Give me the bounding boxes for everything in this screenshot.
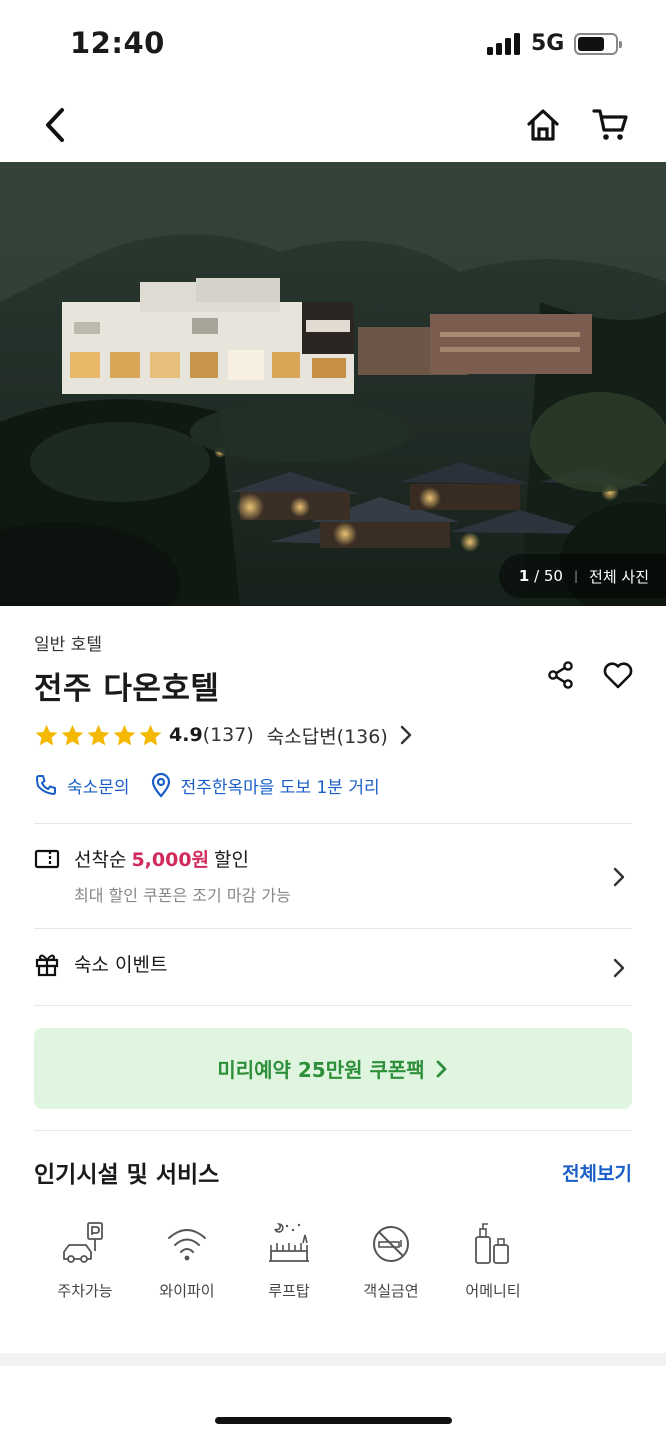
star-icon — [35, 724, 58, 745]
links-row: 숙소문의 전주한옥마을 도보 1분 거리 — [34, 770, 634, 800]
coupon-title: 선착순 5,000원 할인 — [34, 845, 632, 872]
status-time: 12:40 — [70, 26, 165, 60]
coupon-amount: 5,000원 — [131, 849, 210, 871]
cart-icon — [592, 109, 628, 140]
photo-slash: / — [529, 567, 544, 585]
coupon-suffix: 할인 — [214, 849, 250, 871]
heart-icon[interactable] — [602, 660, 634, 690]
promo-banner[interactable]: 미리예약 25만원 쿠폰팩 — [34, 1028, 632, 1109]
hotel-category: 일반 호텔 — [34, 635, 102, 655]
facility-label: 어메니티 — [465, 1282, 521, 1300]
coupon-prefix: 선착순 — [74, 849, 127, 871]
facility-label: 루프탑 — [268, 1282, 310, 1300]
reply-count: 숙소답변(136) — [266, 725, 388, 748]
no-smoking-icon — [373, 1226, 409, 1262]
location-pin-icon — [151, 772, 170, 798]
inquiry-link[interactable]: 숙소문의 — [34, 773, 130, 798]
review-count: (137) — [202, 724, 254, 746]
see-all-link[interactable]: 전체보기 — [562, 1159, 632, 1186]
hotel-night-scene-image — [0, 162, 666, 606]
photo-current: 1 — [518, 567, 530, 585]
location-link[interactable]: 전주한옥마을 도보 1분 거리 — [150, 772, 380, 798]
facility-list: 주차가능 와이파이 루프탑 객실금연 어메니티 — [34, 1218, 544, 1301]
hotel-photo[interactable]: 1 / 50 | 전체 사진 — [0, 162, 666, 606]
facility-item: 객실금연 — [340, 1218, 442, 1301]
signal-icon — [487, 33, 521, 55]
gift-icon — [35, 954, 59, 976]
facilities-header: 인기시설 및 서비스 전체보기 — [34, 1155, 632, 1189]
home-indicator[interactable] — [215, 1417, 452, 1424]
chevron-right-icon — [400, 725, 411, 745]
battery-icon — [574, 33, 622, 55]
home-button[interactable] — [518, 100, 568, 150]
coupon-icon — [34, 849, 60, 868]
hotel-info: 일반 호텔 전주 다온호텔 4.9 (137) 숙소답변(136) 숙소문의 전… — [34, 630, 634, 800]
facility-label: 객실금연 — [363, 1282, 419, 1300]
promo-label: 미리예약 25만원 쿠폰팩 — [217, 1058, 425, 1082]
star-icon — [139, 724, 162, 745]
star-icon — [87, 724, 110, 745]
rating-score: 4.9 — [169, 724, 203, 746]
amenity-icon — [475, 1223, 509, 1264]
counter-separator: | — [573, 569, 579, 583]
photo-counter[interactable]: 1 / 50 | 전체 사진 — [498, 554, 666, 598]
facility-item: 루프탑 — [238, 1218, 340, 1301]
parking-icon — [63, 1222, 103, 1263]
facility-item: 어메니티 — [442, 1218, 544, 1301]
network-label: 5G — [531, 31, 565, 56]
divider — [34, 1130, 632, 1131]
event-label: 숙소 이벤트 — [74, 954, 168, 976]
facility-item: 주차가능 — [34, 1218, 136, 1301]
star-icon — [61, 724, 84, 745]
location-label: 전주한옥마을 도보 1분 거리 — [180, 777, 380, 798]
chevron-right-icon — [613, 867, 625, 887]
facility-item: 와이파이 — [136, 1218, 238, 1301]
cart-button[interactable] — [586, 100, 636, 150]
divider — [34, 1005, 632, 1006]
divider — [34, 823, 632, 824]
section-separator — [0, 1353, 666, 1366]
facility-label: 와이파이 — [159, 1282, 215, 1300]
title-actions — [546, 660, 634, 690]
inquiry-label: 숙소문의 — [67, 777, 130, 798]
coupon-subtitle: 최대 할인 쿠폰은 조기 마감 가능 — [74, 886, 291, 905]
phone-icon — [36, 775, 56, 795]
rooftop-icon — [269, 1223, 309, 1262]
coupon-row[interactable]: 선착순 5,000원 할인 최대 할인 쿠폰은 조기 마감 가능 — [34, 845, 632, 915]
star-icon — [113, 724, 136, 745]
divider — [34, 928, 632, 929]
nav-bar — [0, 90, 666, 162]
facility-label: 주차가능 — [57, 1282, 113, 1300]
all-photos-label: 전체 사진 — [589, 567, 649, 586]
facilities-title: 인기시설 및 서비스 — [34, 1162, 220, 1188]
event-row[interactable]: 숙소 이벤트 — [34, 950, 632, 990]
back-button[interactable] — [30, 100, 80, 150]
rating-row[interactable]: 4.9 (137) 숙소답변(136) — [34, 718, 634, 752]
hotel-name: 전주 다온호텔 — [34, 671, 220, 707]
wifi-icon — [168, 1229, 206, 1261]
photo-total: 50 — [543, 567, 563, 585]
chevron-right-icon — [436, 1060, 447, 1077]
share-icon[interactable] — [546, 660, 576, 690]
chevron-right-icon — [613, 958, 625, 978]
status-bar: 12:40 5G — [0, 0, 666, 90]
event-title: 숙소 이벤트 — [34, 950, 632, 977]
home-icon — [527, 109, 559, 141]
rating-stars — [34, 723, 163, 748]
chevron-left-icon — [46, 108, 64, 142]
